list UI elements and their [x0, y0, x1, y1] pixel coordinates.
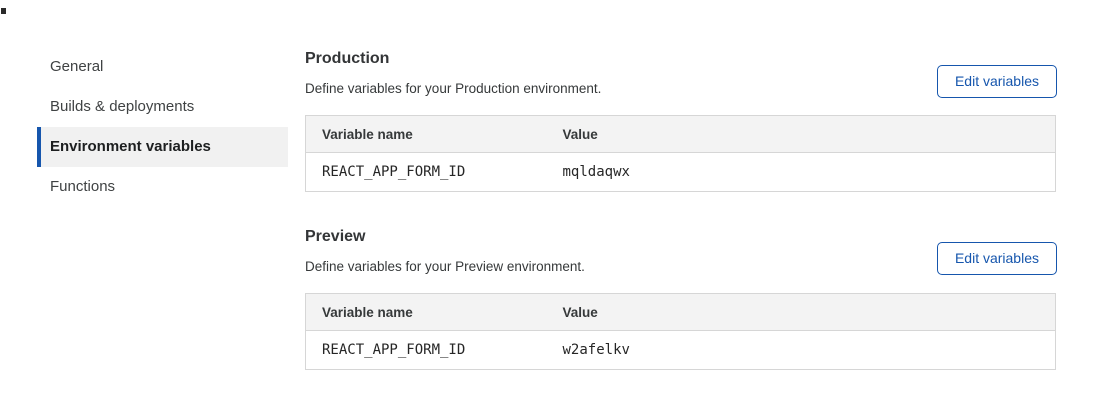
production-section-title: Production: [305, 49, 389, 68]
column-header-variable-name: Variable name: [306, 116, 547, 153]
variable-name-cell: REACT_APP_FORM_ID: [306, 331, 547, 370]
sidebar-item-general[interactable]: General: [37, 47, 288, 87]
main-content: Production Define variables for your Pro…: [305, 0, 1057, 420]
edit-variables-button-preview[interactable]: Edit variables: [937, 242, 1057, 275]
table-row: REACT_APP_FORM_ID mqldaqwx: [306, 153, 1056, 192]
column-header-value: Value: [547, 116, 1056, 153]
variable-value-cell: mqldaqwx: [547, 153, 1056, 192]
table-header-row: Variable name Value: [306, 294, 1056, 331]
column-header-variable-name: Variable name: [306, 294, 547, 331]
edit-variables-button-production[interactable]: Edit variables: [937, 65, 1057, 98]
table-row: REACT_APP_FORM_ID w2afelkv: [306, 331, 1056, 370]
preview-section-description: Define variables for your Preview enviro…: [305, 259, 585, 275]
column-header-value: Value: [547, 294, 1056, 331]
preview-section-title: Preview: [305, 227, 365, 246]
production-section-description: Define variables for your Production env…: [305, 81, 601, 97]
preview-variables-table: Variable name Value REACT_APP_FORM_ID w2…: [305, 293, 1056, 370]
screen-corner-artifact: [1, 8, 6, 14]
sidebar-item-environment-variables[interactable]: Environment variables: [37, 127, 288, 167]
table-header-row: Variable name Value: [306, 116, 1056, 153]
environment-variables-settings-page: General Builds & deployments Environment…: [0, 0, 1100, 420]
settings-sidebar: General Builds & deployments Environment…: [0, 47, 290, 207]
production-variables-table: Variable name Value REACT_APP_FORM_ID mq…: [305, 115, 1056, 192]
variable-value-cell: w2afelkv: [547, 331, 1056, 370]
sidebar-item-builds-deployments[interactable]: Builds & deployments: [37, 87, 288, 127]
variable-name-cell: REACT_APP_FORM_ID: [306, 153, 547, 192]
sidebar-item-functions[interactable]: Functions: [37, 167, 288, 207]
